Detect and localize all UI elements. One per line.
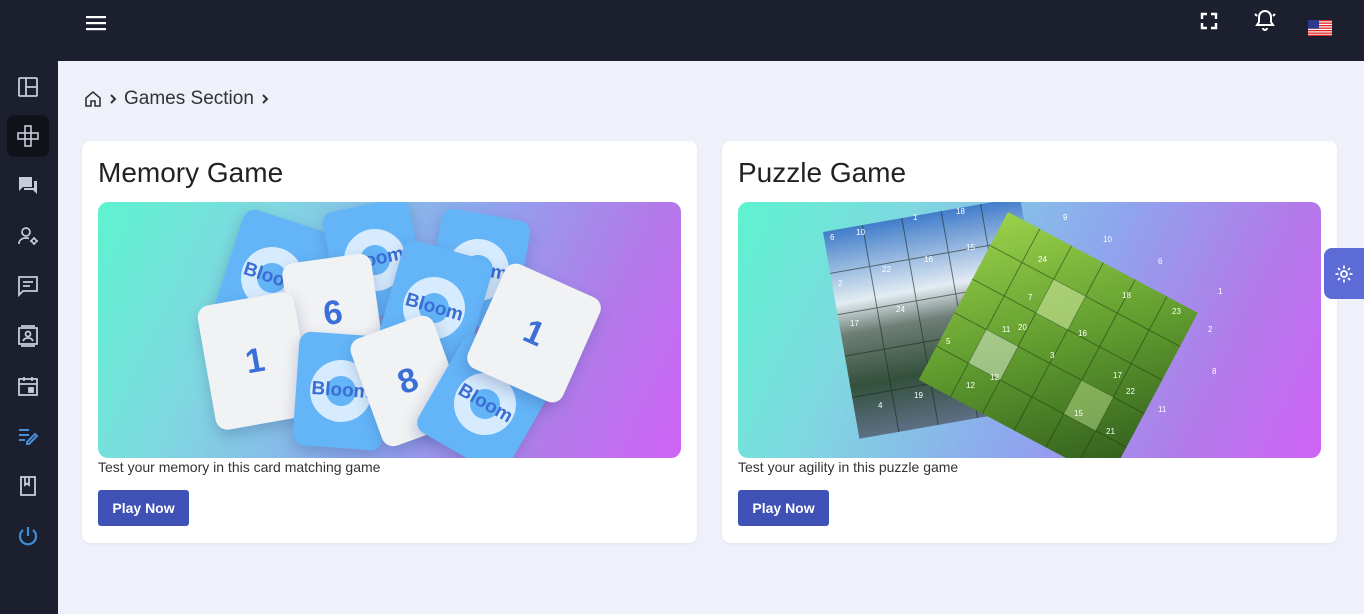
svg-text:10: 10 <box>1103 235 1112 244</box>
svg-text:17: 17 <box>1113 371 1122 380</box>
forum-icon <box>19 177 37 194</box>
svg-text:6: 6 <box>830 233 835 242</box>
bell-icon[interactable] <box>1250 6 1280 34</box>
dashboard-icon <box>18 77 38 97</box>
sidebar-item-book[interactable] <box>7 465 49 507</box>
sidebar-item-games[interactable] <box>7 115 49 157</box>
svg-text:11: 11 <box>1002 325 1011 334</box>
sidebar-item-comments[interactable] <box>7 265 49 307</box>
chevron-right-icon <box>110 94 117 104</box>
svg-text:21: 21 <box>1106 427 1115 436</box>
svg-text:9: 9 <box>1063 213 1068 222</box>
memory-game-title: Memory Game <box>98 157 284 188</box>
svg-text:18: 18 <box>1122 291 1131 300</box>
svg-text:12: 12 <box>990 373 999 382</box>
svg-text:18: 18 <box>956 207 965 216</box>
sidebar <box>0 61 58 614</box>
edit-note-icon <box>19 429 39 445</box>
sidebar-item-notes[interactable] <box>7 415 49 457</box>
svg-text:2: 2 <box>1208 325 1213 334</box>
us-flag-icon[interactable] <box>1306 16 1334 40</box>
svg-text:15: 15 <box>966 243 975 252</box>
gear-icon <box>1335 265 1353 282</box>
svg-text:8: 8 <box>1212 367 1217 376</box>
puzzle-game-title: Puzzle Game <box>738 157 907 188</box>
breadcrumb: Games Section <box>84 86 270 112</box>
user-settings-icon <box>18 227 38 245</box>
puzzle-tiles: 610118 2216152 2417511 91061 2418232 161… <box>823 202 1223 458</box>
svg-text:17: 17 <box>850 319 859 328</box>
svg-text:10: 10 <box>856 228 865 237</box>
puzzle-game-card: Puzzle Game 6 10 1 18 22 16 15 2 24 17 5… <box>722 141 1337 543</box>
settings-tab[interactable] <box>1324 248 1364 299</box>
power-icon <box>18 527 38 546</box>
comment-icon <box>18 276 38 297</box>
svg-text:5: 5 <box>946 337 951 346</box>
sidebar-item-user-settings[interactable] <box>7 215 49 257</box>
puzzle-play-now-button[interactable]: Play Now <box>738 490 829 526</box>
svg-text:6: 6 <box>1158 257 1163 266</box>
sidebar-item-forum[interactable] <box>7 164 49 206</box>
svg-text:24: 24 <box>1038 255 1047 264</box>
memory-game-image: Bloom Bloom Bloom 6 Bloom 1 Bloom 8 Bloo… <box>98 202 681 458</box>
hamburger-icon[interactable] <box>82 10 110 36</box>
home-icon[interactable] <box>84 90 102 108</box>
sidebar-item-dashboard[interactable] <box>7 66 49 108</box>
chevron-right-icon <box>262 94 269 104</box>
puzzle-game-image: 6 10 1 18 22 16 15 2 24 17 5 11 9 10 6 1 24 18 23 2 16 1… <box>738 202 1321 458</box>
svg-text:2: 2 <box>838 279 843 288</box>
svg-text:19: 19 <box>914 391 923 400</box>
svg-text:7: 7 <box>1028 293 1033 302</box>
sidebar-item-logout[interactable] <box>7 515 49 557</box>
fullscreen-icon[interactable] <box>1196 8 1222 34</box>
breadcrumb-games-section[interactable]: Games Section <box>124 88 254 110</box>
memory-game-card: Memory Game Bloom Bloom Bloom 6 Bloom 1 … <box>82 141 697 543</box>
book-icon <box>20 476 36 496</box>
svg-text:12: 12 <box>966 381 975 390</box>
svg-text:11: 11 <box>1158 405 1167 414</box>
svg-text:3: 3 <box>1050 351 1055 360</box>
svg-text:22: 22 <box>882 265 891 274</box>
memory-game-description: Test your memory in this card matching g… <box>98 459 381 475</box>
sidebar-item-calendar[interactable] <box>7 365 49 407</box>
gamepad-icon <box>17 125 39 147</box>
svg-text:16: 16 <box>1078 329 1087 338</box>
svg-text:1: 1 <box>913 213 918 222</box>
puzzle-game-description: Test your agility in this puzzle game <box>738 459 959 475</box>
svg-text:4: 4 <box>878 401 883 410</box>
svg-text:22: 22 <box>1126 387 1135 396</box>
svg-text:16: 16 <box>924 255 933 264</box>
calendar-icon <box>18 377 38 396</box>
memory-play-now-button[interactable]: Play Now <box>98 490 189 526</box>
svg-text:1: 1 <box>1218 287 1223 296</box>
svg-text:15: 15 <box>1074 409 1083 418</box>
top-bar <box>0 0 1364 61</box>
svg-text:23: 23 <box>1172 307 1181 316</box>
sidebar-item-contacts[interactable] <box>7 315 49 357</box>
contact-card-icon <box>18 325 38 347</box>
svg-text:24: 24 <box>896 305 905 314</box>
svg-text:20: 20 <box>1018 323 1027 332</box>
